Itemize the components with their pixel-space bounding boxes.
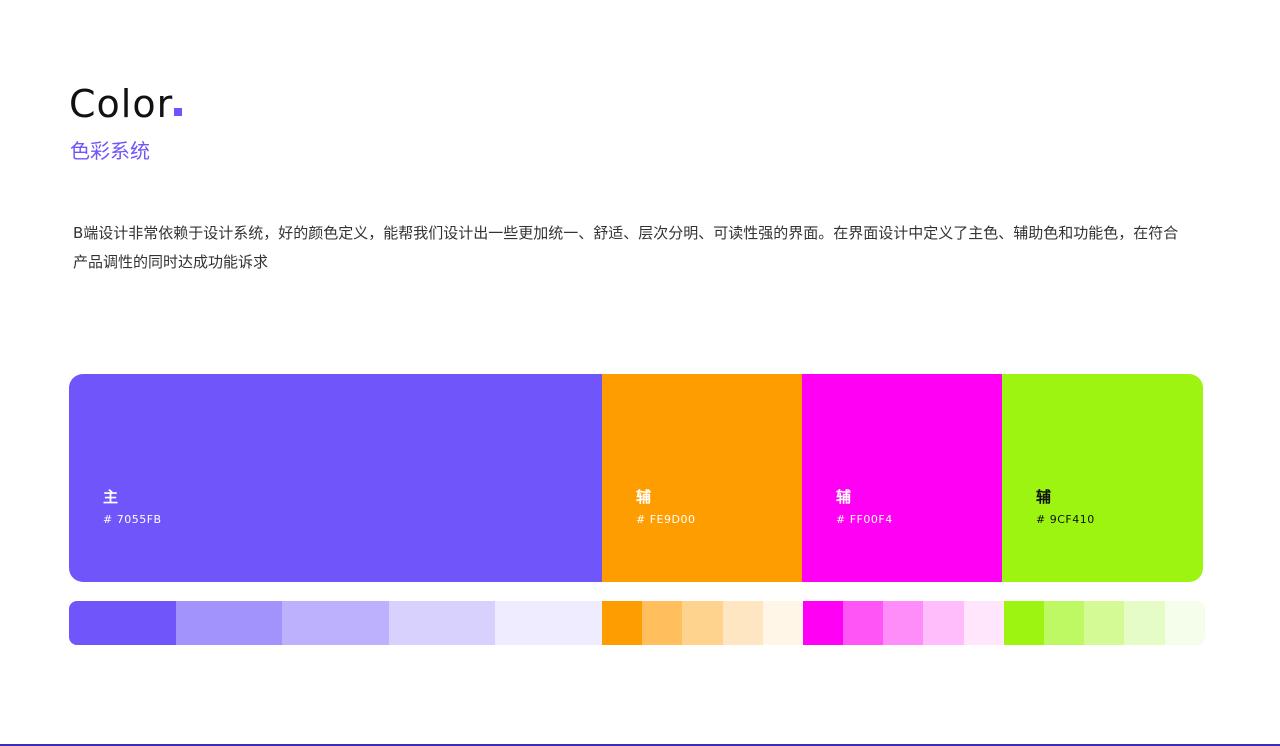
tint-primary-3 (282, 601, 389, 645)
tint-primary-5 (495, 601, 602, 645)
title-accent-dot (174, 108, 182, 116)
tint-orange-4 (722, 601, 763, 645)
swatch-orange-hex: # FE9D00 (636, 513, 696, 526)
tint-magenta-5 (963, 601, 1004, 645)
swatch-green-hex: # 9CF410 (1036, 513, 1095, 526)
tint-primary-2 (175, 601, 283, 645)
tint-green-1 (1003, 601, 1045, 645)
tint-orange-5 (762, 601, 803, 645)
tint-magenta-4 (923, 601, 964, 645)
swatch-orange-label: 辅 (636, 488, 652, 506)
tint-orange-2 (642, 601, 683, 645)
swatch-magenta: 辅 # FF00F4 (802, 374, 1002, 582)
page-title: Color (69, 82, 174, 126)
tint-green-2 (1044, 601, 1085, 645)
swatch-green-label: 辅 (1036, 488, 1052, 506)
tint-green-4 (1124, 601, 1165, 645)
tint-orange-3 (682, 601, 723, 645)
tint-magenta-3 (883, 601, 924, 645)
swatch-green: 辅 # 9CF410 (1002, 374, 1203, 582)
page-subtitle: 色彩系统 (70, 139, 150, 163)
swatch-magenta-label: 辅 (836, 488, 852, 506)
description-text: B端设计非常依赖于设计系统，好的颜色定义，能帮我们设计出一些更加统一、舒适、层次… (73, 224, 1179, 271)
tint-magenta-1 (802, 601, 844, 645)
swatch-primary: 主 # 7055FB (69, 374, 602, 582)
tint-row (69, 601, 1205, 645)
swatch-primary-label: 主 (103, 488, 119, 506)
swatch-magenta-hex: # FF00F4 (836, 513, 893, 526)
tint-orange-1 (601, 601, 643, 645)
tint-green-5 (1164, 601, 1205, 645)
tint-green-3 (1084, 601, 1125, 645)
swatch-primary-hex: # 7055FB (103, 513, 162, 526)
swatch-orange: 辅 # FE9D00 (602, 374, 802, 582)
tint-primary-4 (388, 601, 496, 645)
tint-magenta-2 (843, 601, 884, 645)
main-swatch-row: 主 # 7055FB 辅 # FE9D00 辅 # FF00F4 辅 # 9CF… (69, 374, 1203, 582)
tint-primary-1 (69, 601, 176, 645)
